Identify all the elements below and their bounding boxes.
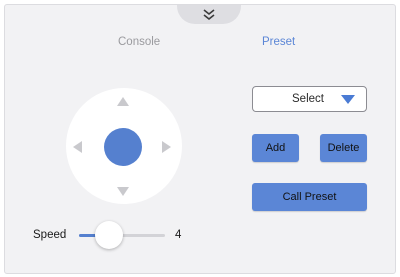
preset-select-value: Select	[292, 93, 324, 105]
preset-select[interactable]: Select	[252, 86, 367, 112]
triangle-down-icon[interactable]	[117, 187, 129, 196]
add-preset-button[interactable]: Add	[252, 134, 299, 162]
triangle-left-icon[interactable]	[73, 141, 82, 153]
dropdown-triangle-icon	[341, 95, 355, 104]
triangle-right-icon[interactable]	[162, 141, 171, 153]
triangle-up-icon[interactable]	[117, 97, 129, 106]
tab-console[interactable]: Console	[118, 36, 160, 48]
speed-value: 4	[175, 229, 182, 241]
ptz-control-panel: Console Preset Speed 4 Select Add Delete…	[4, 4, 396, 274]
double-chevron-down-icon	[202, 8, 216, 21]
joystick-knob[interactable]	[104, 128, 142, 166]
delete-preset-button[interactable]: Delete	[320, 134, 367, 162]
ptz-joystick[interactable]	[66, 88, 182, 204]
speed-label: Speed	[33, 229, 67, 241]
speed-slider-thumb[interactable]	[95, 221, 123, 249]
call-preset-button[interactable]: Call Preset	[252, 183, 367, 211]
collapse-toggle[interactable]	[177, 5, 241, 24]
tab-preset[interactable]: Preset	[262, 36, 295, 48]
